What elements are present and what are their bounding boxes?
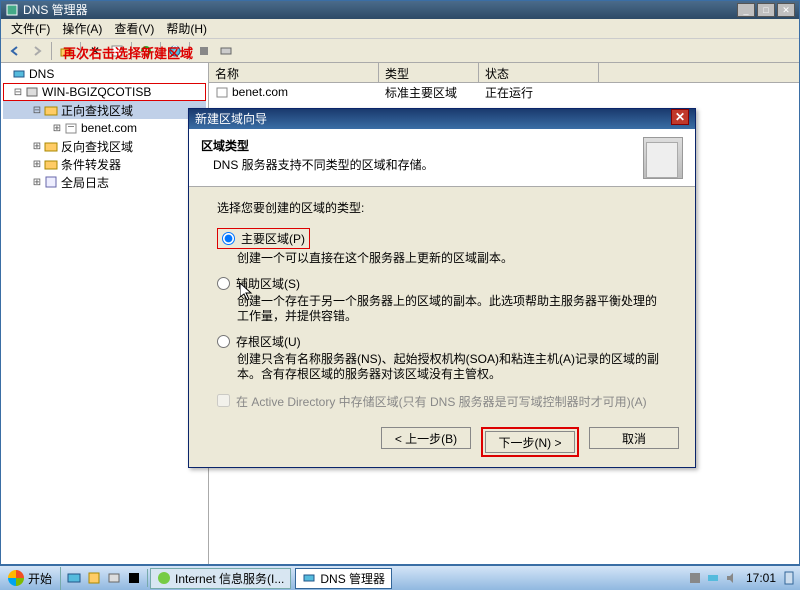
quick-launch [61,569,148,587]
titlebar[interactable]: DNS 管理器 _ □ ✕ [1,1,799,19]
expand-icon[interactable]: ⊞ [31,159,43,170]
tree-server[interactable]: ⊟ WIN-BGIZQCOTISB [3,83,206,101]
folder-icon [43,156,59,172]
clock[interactable]: 17:01 [742,571,780,585]
dialog-prompt: 选择您要创建的区域的类型: [217,199,667,216]
tree-zone-benet[interactable]: ⊞ benet.com [3,119,206,137]
taskbar-iis[interactable]: Internet 信息服务(I... [150,568,291,589]
col-type[interactable]: 类型 [379,63,479,82]
app-icon [5,3,19,17]
folder-icon [43,102,59,118]
secondary-desc: 创建一个存在于另一个服务器上的区域的副本。此选项帮助主服务器平衡处理的工作量，并… [237,294,667,325]
tray-network-icon[interactable] [706,571,720,585]
menu-view[interactable]: 查看(V) [108,20,160,37]
dialog-close-button[interactable]: ✕ [671,109,689,125]
taskbar: 开始 Internet 信息服务(I... DNS 管理器 17:01 [0,565,800,590]
menu-file[interactable]: 文件(F) [5,20,56,37]
iis-icon [157,571,171,585]
ql-desktop-icon[interactable] [65,569,83,587]
folder-icon [43,138,59,154]
menu-help[interactable]: 帮助(H) [160,20,213,37]
tree-conditional[interactable]: ⊞ 条件转发器 [3,155,206,173]
expand-icon[interactable]: ⊞ [31,141,43,152]
extra2-button[interactable] [216,41,236,61]
wizard-graphic [643,137,683,179]
extra1-button[interactable] [194,41,214,61]
zone-icon [215,85,229,99]
back-button[interactable]: < 上一步(B) [381,427,471,449]
collapse-icon[interactable]: ⊟ [31,105,43,116]
col-status[interactable]: 状态 [479,63,599,82]
list-header: 名称 类型 状态 [209,63,799,83]
radio-secondary-input[interactable] [217,277,230,290]
cancel-button[interactable]: 取消 [589,427,679,449]
annotation-text: 再次右击选择新建区域 [63,43,193,62]
dialog-subheading: DNS 服务器支持不同类型的区域和存储。 [213,156,434,173]
tree-panel: DNS ⊟ WIN-BGIZQCOTISB ⊟ 正向查找区域 ⊞ benet.c… [1,63,209,564]
close-button[interactable]: ✕ [777,3,795,17]
forward-button[interactable] [27,41,47,61]
menu-action[interactable]: 操作(A) [56,20,108,37]
radio-primary-input[interactable] [222,232,235,245]
dns-icon [302,571,316,585]
ad-checkbox [217,394,230,407]
menubar: 文件(F) 操作(A) 查看(V) 帮助(H) [1,19,799,39]
show-desktop-icon[interactable] [784,571,794,585]
expand-icon[interactable]: ⊞ [51,123,63,134]
dns-icon [11,66,27,82]
list-row[interactable]: benet.com 标准主要区域 正在运行 [209,83,799,101]
server-icon [24,84,40,100]
tray-sound-icon[interactable] [724,571,738,585]
primary-desc: 创建一个可以直接在这个服务器上更新的区域副本。 [237,251,667,267]
tree-forward-zone[interactable]: ⊟ 正向查找区域 [3,101,206,119]
back-button[interactable] [5,41,25,61]
new-zone-wizard-dialog: 新建区域向导 ✕ 区域类型 DNS 服务器支持不同类型的区域和存储。 选择您要创… [188,108,696,468]
radio-stub-zone[interactable]: 存根区域(U) [217,333,667,350]
col-name[interactable]: 名称 [209,63,379,82]
ql-cmd-icon[interactable] [125,569,143,587]
log-icon [43,174,59,190]
ql-server-icon[interactable] [105,569,123,587]
window-title: DNS 管理器 [23,1,88,19]
tree-reverse-zone[interactable]: ⊞ 反向查找区域 [3,137,206,155]
dialog-header: 区域类型 DNS 服务器支持不同类型的区域和存储。 [189,129,695,187]
dialog-heading: 区域类型 [201,139,249,153]
start-button[interactable]: 开始 [0,567,61,590]
tray-icon[interactable] [688,571,702,585]
system-tray: 17:01 [682,571,800,585]
expand-icon[interactable]: ⊞ [31,177,43,188]
next-button[interactable]: 下一步(N) > [485,431,575,453]
maximize-button[interactable]: □ [757,3,775,17]
radio-stub-input[interactable] [217,335,230,348]
radio-secondary-zone[interactable]: 辅助区域(S) [217,275,667,292]
ql-explorer-icon[interactable] [85,569,103,587]
collapse-icon[interactable]: ⊟ [12,87,24,98]
dialog-titlebar[interactable]: 新建区域向导 ✕ [189,109,695,129]
tree-global-log[interactable]: ⊞ 全局日志 [3,173,206,191]
stub-desc: 创建只含有名称服务器(NS)、起始授权机构(SOA)和粘连主机(A)记录的区域的… [237,352,667,383]
minimize-button[interactable]: _ [737,3,755,17]
taskbar-dns[interactable]: DNS 管理器 [295,568,392,589]
zone-icon [63,120,79,136]
radio-primary-zone[interactable]: 主要区域(P) [217,228,310,249]
dialog-title: 新建区域向导 [195,109,267,129]
windows-icon [8,570,24,586]
tree-root-dns[interactable]: DNS [3,65,206,83]
ad-storage-checkbox-row: 在 Active Directory 中存储区域(只有 DNS 服务器是可写域控… [217,393,667,410]
